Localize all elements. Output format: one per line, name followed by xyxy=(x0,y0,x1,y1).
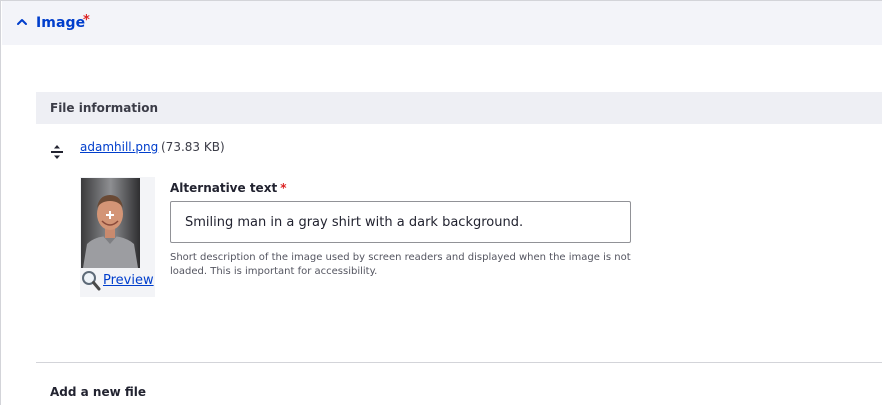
preview-link[interactable]: Preview xyxy=(80,271,154,291)
required-marker: * xyxy=(83,13,90,28)
portrait-thumbnail[interactable] xyxy=(81,178,140,268)
drag-handle-icon[interactable] xyxy=(51,145,63,159)
image-field-widget: Image * File information adamhill.png (7… xyxy=(0,0,882,405)
add-new-file-label: Add a new file xyxy=(50,385,147,399)
alt-text-input[interactable] xyxy=(170,201,631,243)
alt-text-label-text: Alternative text xyxy=(170,181,278,195)
magnifier-icon xyxy=(82,271,101,291)
file-name-link[interactable]: adamhill.png xyxy=(80,139,158,155)
alt-text-label: Alternative text * xyxy=(170,180,286,196)
image-section-summary[interactable]: Image * xyxy=(2,1,882,45)
alt-text-required-marker: * xyxy=(280,181,287,195)
divider xyxy=(36,362,882,363)
alt-text-description: Short description of the image used by s… xyxy=(170,252,631,277)
preview-label: Preview xyxy=(103,273,154,288)
chevron-up-icon xyxy=(17,19,27,25)
file-information-header: File information xyxy=(36,92,882,124)
section-title: Image xyxy=(36,15,86,31)
file-size: (73.83 KB) xyxy=(161,140,225,154)
file-information-title: File information xyxy=(50,101,159,115)
